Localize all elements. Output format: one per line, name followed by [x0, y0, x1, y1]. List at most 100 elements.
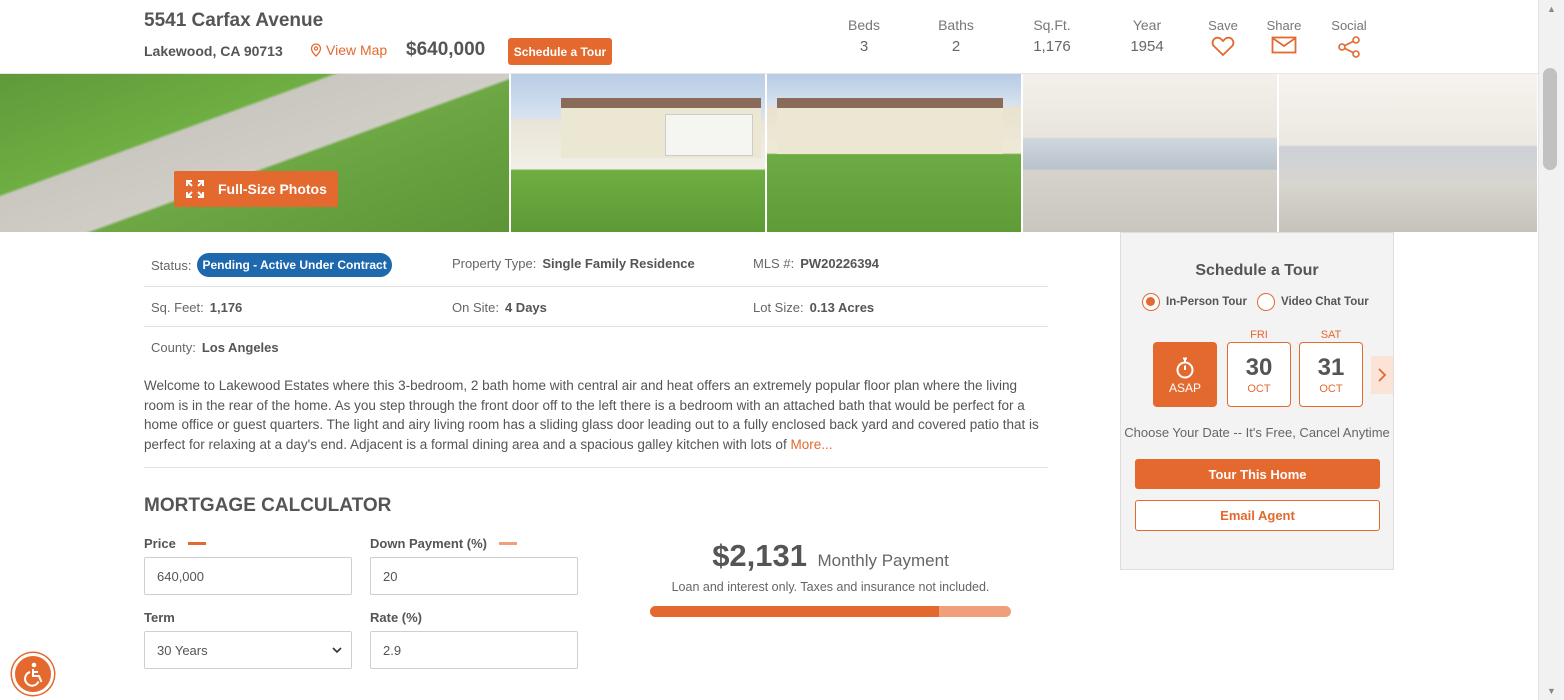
stopwatch-icon [1176, 357, 1194, 379]
photo-living-room[interactable] [1023, 74, 1277, 232]
price-field-label: Price [144, 536, 206, 551]
stat-sqft: Sq.Ft. 1,176 [1027, 17, 1077, 55]
save-button[interactable]: Save [1203, 18, 1243, 57]
scroll-up-icon[interactable]: ▲ [1547, 4, 1556, 14]
day-weekday: FRI [1250, 329, 1268, 341]
onsite-cell: On Site: 4 Days [452, 287, 547, 327]
more-link[interactable]: More... [790, 437, 832, 452]
full-size-photos-button[interactable]: Full-Size Photos [174, 171, 338, 207]
schedule-tour-panel: Schedule a Tour In-Person Tour Video Cha… [1120, 232, 1394, 570]
asap-label: ASAP [1168, 381, 1201, 395]
video-chat-label: Video Chat Tour [1281, 296, 1369, 308]
view-map-link[interactable]: View Map [310, 42, 387, 58]
save-label: Save [1208, 18, 1238, 33]
divider [144, 467, 1048, 468]
mls-value: PW20226394 [800, 255, 879, 271]
monthly-payment-summary: $2,131 Monthly Payment Loan and interest… [650, 538, 1011, 594]
lot-size-cell: Lot Size: 0.13 Acres [753, 287, 874, 327]
term-select[interactable]: 30 Years [144, 631, 352, 669]
scrollbar-thumb[interactable] [1543, 68, 1557, 170]
county-label: County: [151, 339, 196, 355]
term-field-label: Term [144, 610, 175, 625]
price-label: Price [144, 536, 176, 551]
term-value: 30 Years [157, 642, 208, 658]
details-row-1: Status: Pending - Active Under Contract … [144, 243, 1048, 287]
social-button[interactable]: Social [1327, 18, 1371, 58]
accessibility-icon [24, 662, 43, 687]
stat-year: Year 1954 [1122, 17, 1172, 55]
details-row-3: County: Los Angeles [144, 327, 1048, 367]
mortgage-calculator-title: MORTGAGE CALCULATOR [144, 495, 392, 516]
house-shape [777, 98, 1003, 154]
tour-this-home-button[interactable]: Tour This Home [1135, 459, 1380, 489]
photo-living-area[interactable] [1279, 74, 1537, 232]
status-badge: Pending - Active Under Contract [197, 253, 392, 277]
down-payment-input[interactable]: 20 [370, 557, 578, 595]
date-day: 31 [1317, 354, 1345, 381]
rate-input[interactable]: 2.9 [370, 631, 578, 669]
in-person-label: In-Person Tour [1166, 296, 1247, 308]
sqfeet-cell: Sq. Feet: 1,176 [151, 287, 242, 327]
lot-size-value: 0.13 Acres [809, 299, 875, 315]
in-person-radio[interactable] [1142, 293, 1160, 311]
envelope-icon [1271, 36, 1297, 54]
date-option-fri[interactable]: 30 OCT [1227, 342, 1291, 407]
schedule-tour-button[interactable]: Schedule a Tour [508, 38, 612, 65]
down-payment-label: Down Payment (%) [370, 536, 488, 551]
details-row-2: Sq. Feet: 1,176 On Site: 4 Days Lot Size… [144, 287, 1048, 327]
share-label: Share [1266, 18, 1302, 33]
in-person-tour-option[interactable]: In-Person Tour [1142, 293, 1247, 311]
stat-beds: Beds 3 [844, 17, 884, 55]
social-label: Social [1331, 18, 1367, 33]
share-network-icon [1338, 36, 1360, 58]
listing-header: 5541 Carfax Avenue Lakewood, CA 90713 Vi… [0, 0, 1538, 74]
mls-label: MLS #: [753, 255, 795, 271]
heart-icon [1211, 36, 1235, 57]
price-input[interactable]: 640,000 [144, 557, 352, 595]
stat-value: 3 [859, 38, 869, 55]
share-button[interactable]: Share [1264, 18, 1304, 54]
photo-front-garage[interactable] [511, 74, 765, 232]
photo-lawn[interactable]: Full-Size Photos [0, 74, 509, 232]
price-legend-swatch [187, 542, 206, 545]
date-day: 30 [1245, 354, 1273, 381]
monthly-payment-label: Monthly Payment [817, 551, 949, 570]
photo-front-yard[interactable] [767, 74, 1021, 232]
lot-size-label: Lot Size: [753, 299, 804, 315]
onsite-value: 4 Days [504, 299, 547, 315]
sqfeet-value: 1,176 [209, 299, 243, 315]
asap-date-button[interactable]: ASAP [1153, 342, 1217, 407]
date-month: OCT [1319, 383, 1343, 395]
stat-value: 2 [951, 38, 961, 55]
expand-icon [186, 180, 204, 198]
video-chat-tour-option[interactable]: Video Chat Tour [1257, 293, 1369, 311]
stat-value: 1954 [1130, 38, 1164, 55]
scroll-down-icon[interactable]: ▼ [1547, 686, 1556, 696]
property-type-label: Property Type: [452, 255, 537, 271]
stat-baths: Baths 2 [931, 17, 981, 55]
garage-door-shape [665, 114, 753, 156]
onsite-label: On Site: [452, 299, 499, 315]
email-agent-button[interactable]: Email Agent [1135, 500, 1380, 531]
payment-breakdown-bar [650, 606, 1011, 617]
photo-strip[interactable]: Full-Size Photos [0, 74, 1538, 232]
day-weekday: SAT [1320, 329, 1342, 341]
video-chat-radio[interactable] [1257, 293, 1275, 311]
next-dates-button[interactable] [1371, 356, 1393, 394]
choose-date-text: Choose Your Date -- It's Free, Cancel An… [1124, 425, 1390, 440]
mls-cell: MLS #: PW20226394 [753, 243, 879, 283]
listing-price: $640,000 [406, 39, 486, 60]
date-option-sat[interactable]: 31 OCT [1299, 342, 1363, 407]
tour-panel-title: Schedule a Tour [1195, 262, 1319, 279]
page-scrollbar[interactable]: ▲ ▼ [1538, 0, 1564, 700]
accessibility-button[interactable] [12, 653, 54, 695]
property-type-value: Single Family Residence [542, 255, 695, 271]
street-address: 5541 Carfax Avenue [144, 10, 324, 31]
city-state-zip: Lakewood, CA 90713 [144, 43, 283, 59]
status-cell: Status: Pending - Active Under Contract [151, 243, 392, 287]
stat-label: Beds [848, 17, 880, 33]
stat-value: 1,176 [1033, 38, 1071, 55]
down-payment-legend-swatch [499, 542, 518, 545]
stat-label: Sq.Ft. [1033, 17, 1071, 33]
stat-label: Year [1132, 17, 1162, 33]
